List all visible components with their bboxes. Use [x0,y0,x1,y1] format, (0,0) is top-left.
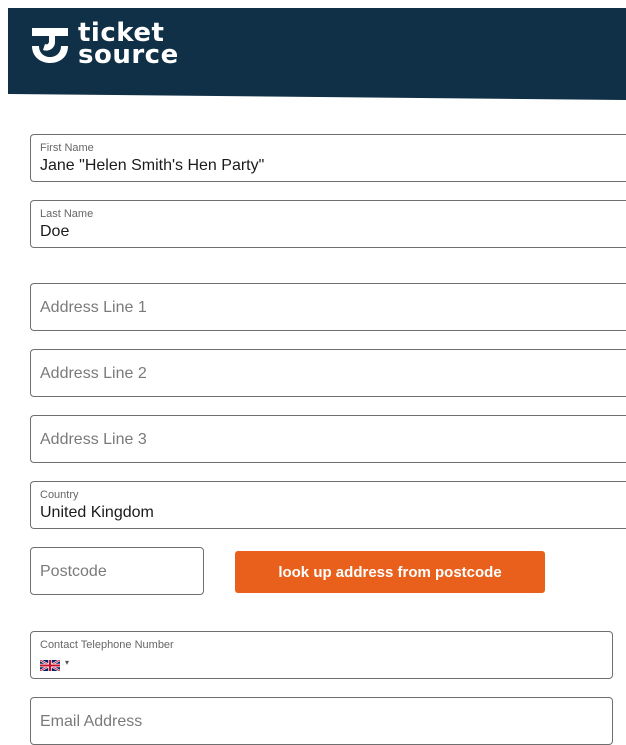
first-name-value: Jane "Helen Smith's Hen Party" [40,157,265,174]
uk-flag-icon[interactable] [40,660,60,671]
lookup-address-button[interactable]: look up address from postcode [235,551,545,593]
address-line-2-placeholder: Address Line 2 [40,365,147,382]
country-value: United Kingdom [40,504,154,521]
postcode-field[interactable]: Postcode [30,547,204,595]
address-line-3-placeholder: Address Line 3 [40,431,147,448]
logo-line-2: source [78,40,179,70]
ticketsource-logo-icon [32,28,68,63]
email-placeholder: Email Address [40,713,143,730]
email-field[interactable]: Email Address [30,697,613,745]
first-name-label: First Name [40,142,94,154]
country-select[interactable]: Country United Kingdom [30,481,626,529]
country-label: Country [40,489,79,501]
address-line-2-field[interactable]: Address Line 2 [30,349,626,397]
address-line-1-field[interactable]: Address Line 1 [30,283,626,331]
address-line-1-placeholder: Address Line 1 [40,299,147,316]
ticketsource-logo[interactable]: ticket source [28,14,179,74]
phone-label: Contact Telephone Number [40,639,174,651]
site-header: ticket source [8,8,626,100]
postcode-placeholder: Postcode [40,563,107,580]
country-code-caret-icon[interactable]: ▾ [65,658,69,667]
last-name-field[interactable]: Last Name Doe [30,200,626,248]
first-name-field[interactable]: First Name Jane "Helen Smith's Hen Party… [30,134,626,182]
last-name-label: Last Name [40,208,94,220]
last-name-value: Doe [40,223,70,240]
phone-field[interactable]: Contact Telephone Number ▾ [30,631,613,679]
logo-wordmark: ticket source [78,20,179,70]
address-line-3-field[interactable]: Address Line 3 [30,415,626,463]
